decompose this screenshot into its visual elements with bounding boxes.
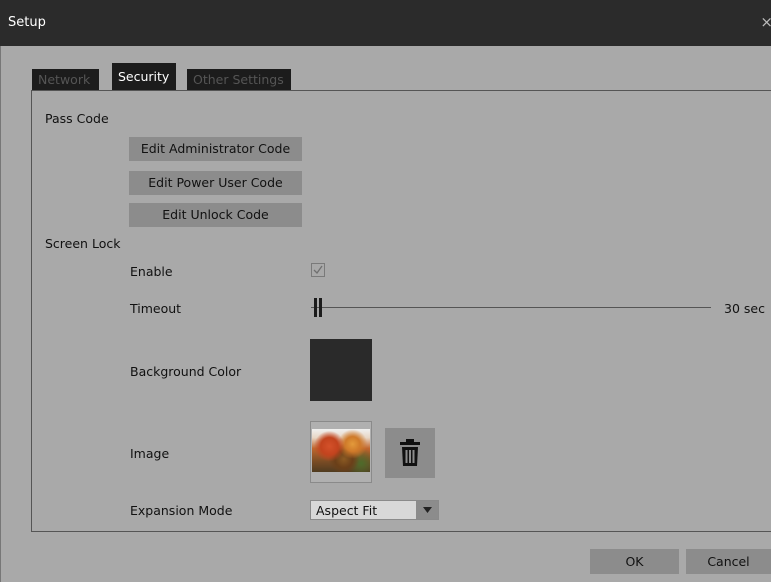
expansion-mode-select[interactable]: Aspect Fit bbox=[310, 500, 439, 520]
timeout-slider-track[interactable] bbox=[311, 307, 711, 308]
pass-code-heading: Pass Code bbox=[45, 111, 109, 126]
landscape-thumbnail-icon bbox=[312, 429, 370, 472]
image-preview[interactable] bbox=[310, 421, 372, 483]
timeout-value: 30 sec bbox=[724, 301, 765, 316]
enable-checkbox[interactable] bbox=[311, 263, 325, 277]
expansion-mode-label: Expansion Mode bbox=[130, 503, 233, 518]
image-label: Image bbox=[130, 446, 170, 461]
edit-unlock-code-button[interactable]: Edit Unlock Code bbox=[129, 203, 302, 227]
delete-image-button[interactable] bbox=[385, 428, 435, 478]
tab-security[interactable]: Security bbox=[112, 63, 176, 90]
tab-other-settings[interactable]: Other Settings bbox=[187, 69, 291, 90]
close-icon[interactable]: × bbox=[760, 13, 771, 31]
check-icon bbox=[313, 265, 323, 275]
background-color-swatch[interactable] bbox=[310, 339, 372, 401]
timeout-slider-thumb[interactable] bbox=[314, 298, 323, 317]
expansion-mode-value: Aspect Fit bbox=[316, 503, 378, 518]
background-color-label: Background Color bbox=[130, 364, 242, 379]
edit-power-user-code-button[interactable]: Edit Power User Code bbox=[129, 171, 302, 195]
ok-button[interactable]: OK bbox=[590, 549, 679, 574]
window-title: Setup bbox=[8, 15, 46, 30]
cancel-button[interactable]: Cancel bbox=[686, 549, 771, 574]
tab-network[interactable]: Network bbox=[32, 69, 99, 90]
trash-icon bbox=[400, 439, 420, 466]
window-border bbox=[0, 46, 1, 582]
timeout-label: Timeout bbox=[130, 301, 182, 316]
edit-administrator-code-button[interactable]: Edit Administrator Code bbox=[129, 137, 302, 161]
title-bar: Setup × bbox=[0, 0, 771, 46]
enable-label: Enable bbox=[130, 264, 173, 279]
screen-lock-heading: Screen Lock bbox=[45, 236, 121, 251]
chevron-down-icon[interactable] bbox=[416, 501, 438, 519]
